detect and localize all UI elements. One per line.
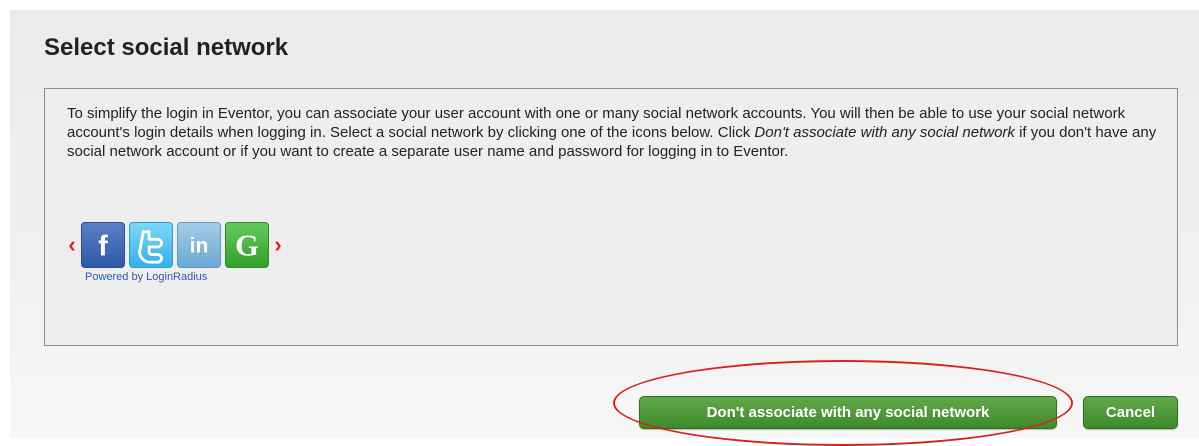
google-icon[interactable]: G — [225, 222, 269, 268]
facebook-icon[interactable]: f — [81, 222, 125, 268]
carousel-prev-arrow[interactable]: ‹ — [65, 219, 79, 271]
svg-text:f: f — [98, 231, 108, 263]
carousel-next-arrow[interactable]: › — [271, 219, 285, 271]
social-carousel: ‹ f in G › — [65, 219, 285, 271]
description-emphasis: Don't associate with any social network — [754, 124, 1015, 141]
info-panel: To simplify the login in Eventor, you ca… — [44, 88, 1178, 346]
dont-associate-button[interactable]: Don't associate with any social network — [639, 396, 1057, 429]
powered-by-link[interactable]: Powered by LoginRadius — [85, 271, 207, 283]
svg-text:G: G — [235, 229, 259, 263]
twitter-icon[interactable] — [129, 222, 173, 268]
cancel-button[interactable]: Cancel — [1083, 396, 1178, 429]
linkedin-icon[interactable]: in — [177, 222, 221, 268]
description-text: To simplify the login in Eventor, you ca… — [67, 104, 1167, 161]
svg-text:in: in — [190, 235, 209, 258]
dialog-title: Select social network — [44, 34, 289, 61]
